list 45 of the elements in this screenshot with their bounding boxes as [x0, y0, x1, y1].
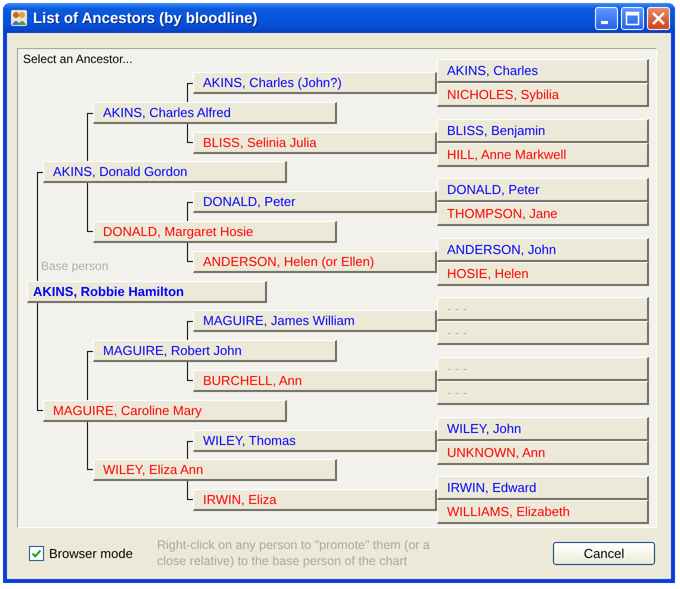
person-button[interactable]: AKINS, Robbie Hamilton [27, 280, 267, 303]
person-button[interactable]: IRWIN, Eliza [193, 489, 437, 512]
window-title: List of Ancestors (by bloodline) [33, 10, 258, 26]
minimize-icon [601, 20, 608, 24]
person-button[interactable]: - - - [437, 321, 649, 346]
minimize-button[interactable] [595, 6, 618, 30]
prompt-label: Select an Ancestor... [23, 52, 132, 66]
person-button[interactable]: THOMPSON, Jane [437, 202, 649, 226]
maximize-button[interactable] [621, 6, 644, 30]
person-button[interactable]: BLISS, Benjamin [437, 118, 649, 143]
cancel-button[interactable]: Cancel [553, 542, 655, 564]
person-button[interactable]: HOSIE, Helen [437, 262, 649, 286]
person-button[interactable]: AKINS, Charles (John?) [193, 72, 437, 94]
browser-mode-checkbox[interactable]: Browser mode [29, 546, 149, 560]
person-button[interactable]: UNKNOWN, Ann [437, 440, 649, 465]
person-button[interactable]: MAGUIRE, Robert John [93, 340, 337, 362]
person-button[interactable]: ANDERSON, Helen (or Ellen) [193, 250, 437, 273]
person-button[interactable]: - - - [437, 297, 649, 322]
checkbox-label: Browser mode [49, 546, 133, 560]
people-icon [11, 10, 27, 26]
person-button[interactable]: DONALD, Peter [437, 178, 649, 202]
person-button[interactable]: MAGUIRE, James William [193, 310, 437, 332]
check-icon [31, 548, 42, 558]
person-button[interactable]: WILLIAMS, Elizabeth [437, 500, 649, 524]
close-button[interactable] [647, 6, 670, 30]
person-button[interactable]: IRWIN, Edward [437, 476, 649, 500]
person-button[interactable]: MAGUIRE, Caroline Mary [43, 400, 287, 422]
person-button[interactable]: BURCHELL, Ann [193, 370, 437, 392]
person-button[interactable]: DONALD, Peter [193, 191, 437, 214]
person-button[interactable]: DONALD, Margaret Hosie [93, 221, 337, 243]
base-person-label: Base person [41, 258, 108, 273]
person-button[interactable]: ANDERSON, John [437, 238, 649, 262]
person-button[interactable]: AKINS, Donald Gordon [43, 161, 287, 184]
person-button[interactable]: AKINS, Charles Alfred [93, 102, 337, 124]
person-button[interactable]: WILEY, Thomas [193, 430, 437, 452]
person-button[interactable]: WILEY, Eliza Ann [93, 459, 337, 482]
person-button[interactable]: - - - [437, 357, 649, 381]
person-button[interactable]: WILEY, John [437, 416, 649, 441]
person-button[interactable]: AKINS, Charles [437, 59, 649, 83]
checkbox[interactable] [29, 546, 44, 560]
hint-text: Right-click on any person to "promote" them (or a close relative) to the base person of the chart [157, 537, 431, 569]
person-button[interactable]: BLISS, Selinia Julia [193, 132, 437, 154]
person-button[interactable]: HILL, Anne Markwell [437, 142, 649, 167]
person-button[interactable]: NICHOLES, Sybilia [437, 83, 649, 107]
person-button[interactable]: - - - [437, 381, 649, 405]
